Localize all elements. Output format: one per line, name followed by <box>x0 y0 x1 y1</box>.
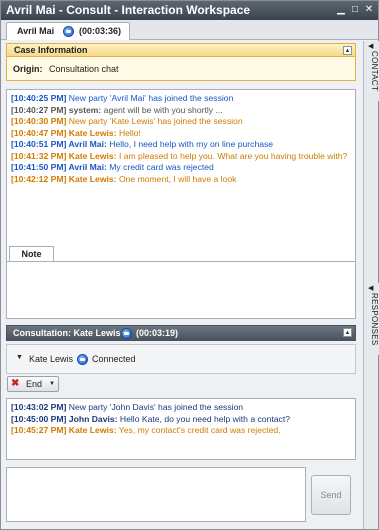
consultation-transcript[interactable]: [10:43:02 PM] New party 'John Davis' has… <box>6 398 356 460</box>
message-speaker: Kate Lewis: <box>66 127 117 138</box>
message-time: [10:40:25 PM] <box>11 93 67 103</box>
origin-row: Origin: Consultation chat <box>13 64 119 74</box>
chat-icon <box>121 328 132 339</box>
interaction-tabstrip: Avril Mai (00:03:36) <box>1 20 378 40</box>
message-time: [10:41:32 PM] <box>11 150 67 161</box>
expand-responses-icon: ◀ <box>368 285 374 292</box>
consultation-title: Consultation: Kate Lewis <box>13 328 121 338</box>
message-speaker: Kate Lewis: <box>66 150 117 161</box>
message-text: Hello, I need help with my on line purch… <box>106 139 274 149</box>
message-line: [10:45:00 PM] John Davis: Hello Kate, do… <box>11 414 351 426</box>
tab-responses[interactable]: ◀ RESPONSES <box>364 283 379 355</box>
expand-contact-icon: ◀ <box>368 43 374 50</box>
main-area: Case Information ▲ Origin: Consultation … <box>1 41 363 529</box>
message-time: [10:40:30 PM] <box>11 116 67 126</box>
message-line: [10:40:30 PM] New party 'Kate Lewis' has… <box>11 116 351 128</box>
collapse-consultation-icon[interactable]: ▲ <box>343 328 352 337</box>
right-sidebar: ◀ CONTACT ◀ RESPONSES <box>363 41 379 529</box>
message-line: [10:40:47 PM] Kate Lewis: Hello! <box>11 128 351 140</box>
message-text: Hello! <box>116 127 141 138</box>
message-time: [10:42:12 PM] <box>11 173 67 184</box>
message-line: [10:41:50 PM] Avril Mai: My credit card … <box>11 162 351 174</box>
message-speaker: Avril Mai: <box>66 162 107 172</box>
message-speaker: John Davis: <box>66 413 118 424</box>
end-button[interactable]: ✖ End ▼ <box>7 376 59 392</box>
party-row: ▼ Kate Lewis Connected <box>6 344 356 374</box>
case-information-panel: Case Information ▲ Origin: Consultation … <box>6 43 356 81</box>
party-name[interactable]: Kate Lewis <box>29 354 73 364</box>
origin-value: Consultation chat <box>49 64 119 74</box>
end-label: End <box>26 379 43 389</box>
message-line: [10:45:27 PM] Kate Lewis: Yes, my contac… <box>11 425 351 437</box>
chat-icon <box>63 26 74 37</box>
case-information-title: Case Information <box>14 45 88 55</box>
chat-transcript[interactable]: [10:40:25 PM] New party 'Avril Mai' has … <box>6 89 356 279</box>
send-label: Send <box>320 490 342 500</box>
tab-avril-mai[interactable]: Avril Mai (00:03:36) <box>6 22 130 40</box>
message-text: One moment, I will have a look <box>116 173 237 184</box>
message-text: Hello Kate, do you need help with a cont… <box>117 413 290 424</box>
message-time: [10:40:51 PM] <box>11 139 67 149</box>
responses-tab-label: RESPONSES <box>370 293 379 346</box>
message-text: Yes, my contact's credit card was reject… <box>116 425 281 435</box>
message-line: [10:43:02 PM] New party 'John Davis' has… <box>11 402 351 414</box>
minimize-icon[interactable]: ▁ <box>335 4 347 16</box>
title-bar[interactable]: Avril Mai - Consult - Interaction Worksp… <box>1 1 378 20</box>
message-line: [10:40:27 PM] system: agent will be with… <box>11 105 351 117</box>
close-icon[interactable]: ✕ <box>363 4 375 16</box>
message-text: New party 'John Davis' has joined the se… <box>66 402 244 412</box>
consultation-header[interactable]: Consultation: Kate Lewis (00:03:19) ▲ <box>6 325 356 341</box>
note-tab-label: Note <box>21 249 42 259</box>
send-button[interactable]: Send <box>311 475 351 515</box>
tab-contact[interactable]: ◀ CONTACT <box>364 41 379 101</box>
message-time: [10:40:27 PM] <box>11 104 67 115</box>
collapse-case-info-icon[interactable]: ▲ <box>343 46 352 55</box>
case-information-header[interactable]: Case Information ▲ <box>6 43 356 57</box>
message-line: [10:40:25 PM] New party 'Avril Mai' has … <box>11 93 351 105</box>
message-line: [10:40:51 PM] Avril Mai: Hello, I need h… <box>11 139 351 151</box>
chat-icon <box>77 354 88 365</box>
party-status: Connected <box>92 354 136 364</box>
message-speaker: Kate Lewis: <box>66 173 117 184</box>
message-speaker: Avril Mai: <box>66 139 107 149</box>
message-text: agent will be with you shortly ... <box>101 104 223 115</box>
message-line: [10:42:12 PM] Kate Lewis: One moment, I … <box>11 174 351 186</box>
origin-label: Origin: <box>13 64 43 74</box>
message-text: I am pleased to help you. What are you h… <box>116 150 348 161</box>
message-text: My credit card was rejected <box>106 162 214 172</box>
message-text: New party 'Avril Mai' has joined the ses… <box>66 93 234 103</box>
message-time: [10:45:27 PM] <box>11 425 67 435</box>
tab-timer: (00:03:36) <box>79 26 122 36</box>
note-textarea[interactable] <box>6 261 356 319</box>
tab-note[interactable]: Note <box>9 246 54 261</box>
consultation-timer: (00:03:19) <box>136 328 179 338</box>
message-time: [10:41:50 PM] <box>11 162 67 172</box>
message-speaker: system: <box>66 104 102 115</box>
contact-tab-label: CONTACT <box>370 51 379 92</box>
window-title: Avril Mai - Consult - Interaction Worksp… <box>6 3 251 17</box>
message-time: [10:45:00 PM] <box>11 413 67 424</box>
message-time: [10:40:47 PM] <box>11 127 67 138</box>
maximize-icon[interactable]: □ <box>349 4 361 16</box>
tab-label: Avril Mai <box>17 26 55 36</box>
end-call-icon: ✖ <box>11 378 20 389</box>
message-speaker: Kate Lewis: <box>66 425 117 435</box>
message-text: New party 'Kate Lewis' has joined the se… <box>66 116 243 126</box>
message-input[interactable] <box>6 467 306 522</box>
party-dropdown-icon[interactable]: ▼ <box>16 354 23 361</box>
message-line: [10:41:32 PM] Kate Lewis: I am pleased t… <box>11 151 351 163</box>
message-time: [10:43:02 PM] <box>11 402 67 412</box>
end-dropdown-icon[interactable]: ▼ <box>49 381 55 387</box>
interaction-workspace-window: Avril Mai - Consult - Interaction Worksp… <box>0 0 379 530</box>
